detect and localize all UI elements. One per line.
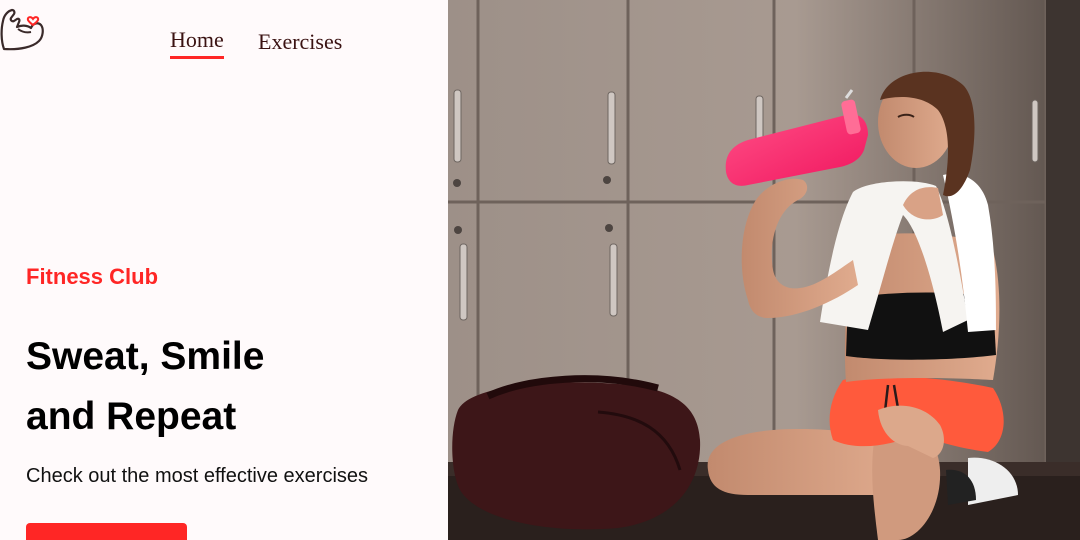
hero-title-line-1: Sweat, Smile: [26, 335, 265, 378]
nav-link-home[interactable]: Home: [170, 27, 224, 59]
hero-title: Sweat, Smile and Repeat: [26, 327, 264, 447]
hero-description: Check out the most effective exercises: [26, 465, 369, 487]
logo-flexed-arm-icon[interactable]: [0, 5, 44, 51]
hero-title-line-2: and Repeat: [26, 395, 237, 438]
hero-tagline: Fitness Club: [26, 264, 159, 289]
home-page: Home Exercises Fitness Club Sweat, Smile…: [0, 0, 1080, 540]
explore-exercises-button[interactable]: EXPLOR EXERCISES: [26, 523, 187, 540]
hero-banner-image: [448, 0, 1080, 540]
nav-link-exercises[interactable]: Exercises: [258, 29, 342, 55]
